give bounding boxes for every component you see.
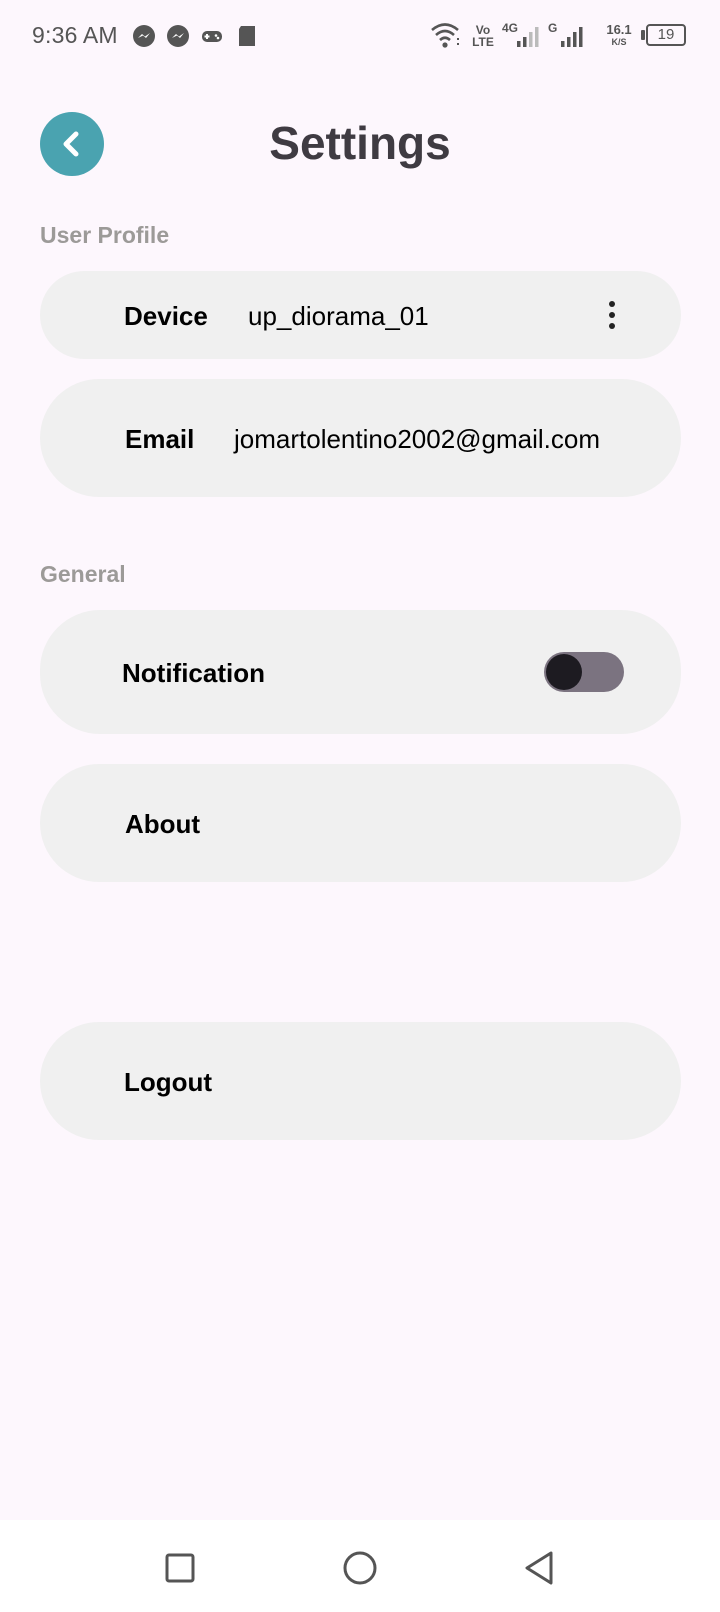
speed-unit: K/S (611, 37, 627, 47)
network-speed: 16.1 K/S (604, 22, 634, 48)
volte-icon: Vo LTE (470, 24, 496, 48)
sd-card-icon (239, 26, 255, 46)
recent-apps-button[interactable] (158, 1546, 202, 1590)
toggle-knob (546, 654, 582, 690)
logout-button[interactable]: Logout (40, 1022, 681, 1140)
section-label-general: General (40, 561, 126, 587)
device-value: up_diorama_01 (248, 301, 429, 331)
recent-apps-icon (165, 1553, 195, 1583)
signal-g-icon: G (548, 22, 588, 50)
gamepad-icon (202, 31, 222, 42)
notification-label: Notification (122, 658, 265, 688)
battery-icon: 19 (646, 24, 686, 46)
home-button[interactable] (338, 1546, 382, 1590)
messenger-icon (133, 25, 155, 47)
page-title: Settings (269, 117, 451, 169)
volte-bottom-text: LTE (472, 35, 494, 49)
email-value: jomartolentino2002@gmail.com (234, 424, 601, 454)
email-label: Email (125, 424, 195, 454)
notification-toggle[interactable] (544, 652, 624, 692)
status-bar: 9:36 AM Vo LTE 4G G 16.1 K/S 19 (0, 0, 720, 72)
device-row: Device up_diorama_01 (40, 271, 681, 359)
more-vertical-icon[interactable] (606, 301, 618, 333)
system-nav-bar (0, 1520, 720, 1612)
notification-row: Notification (40, 610, 681, 734)
device-label: Device (124, 301, 208, 331)
messenger-icon (167, 25, 189, 47)
logout-label: Logout (124, 1067, 213, 1097)
battery-tip (641, 30, 645, 40)
network-g-label: G (548, 21, 558, 35)
signal-4g-icon: 4G (502, 22, 542, 50)
about-button[interactable]: About (40, 764, 681, 882)
battery-level: 19 (657, 26, 675, 43)
back-icon (525, 1551, 553, 1585)
section-label-user-profile: User Profile (40, 222, 170, 248)
wifi-icon (431, 23, 459, 48)
home-icon (343, 1551, 377, 1585)
email-row: Email jomartolentino2002@gmail.com (40, 379, 681, 497)
speed-value: 16.1 (606, 22, 632, 37)
status-time: 9:36 AM (32, 22, 118, 48)
back-nav-button[interactable] (518, 1546, 562, 1590)
about-label: About (125, 809, 201, 839)
